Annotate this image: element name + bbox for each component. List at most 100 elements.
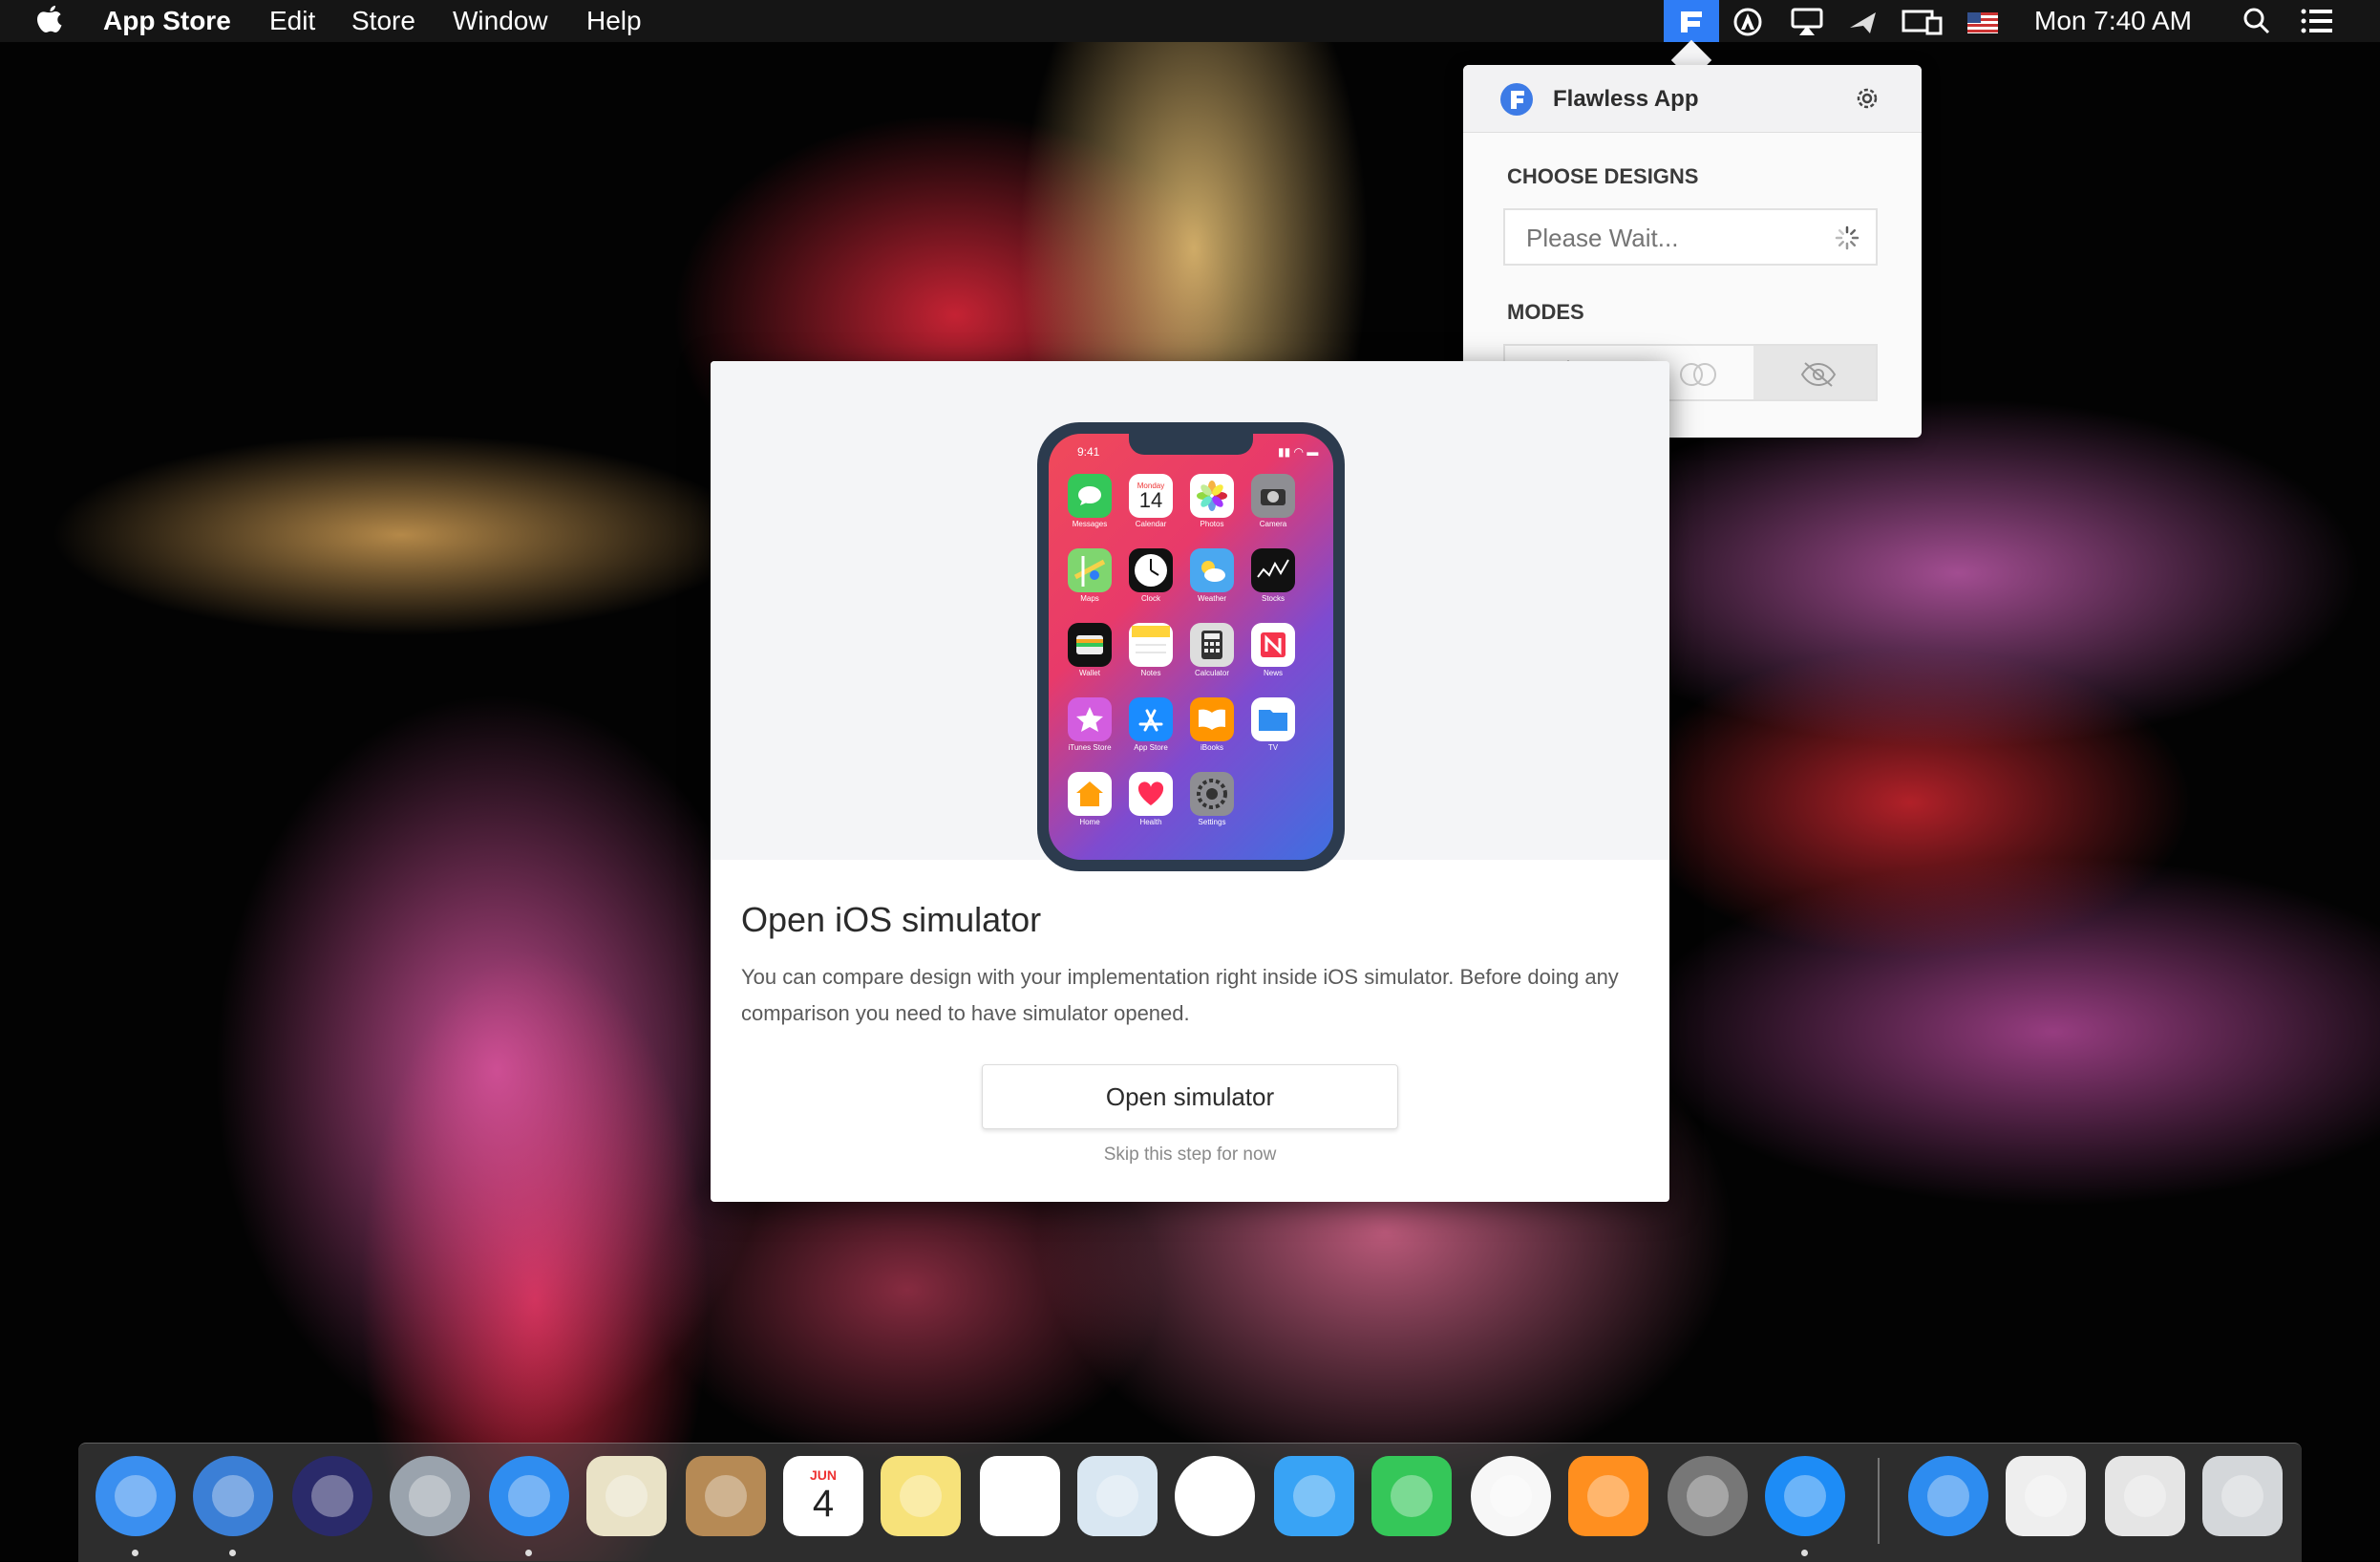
app-label: TV — [1267, 743, 1279, 752]
photos-app-icon — [1190, 474, 1234, 518]
health-app-icon — [1129, 772, 1173, 816]
spotlight-search-icon[interactable] — [2242, 7, 2271, 42]
siri-icon[interactable] — [292, 1456, 372, 1536]
loading-spinner-icon — [1835, 225, 1859, 255]
notes-icon[interactable] — [881, 1456, 961, 1536]
app-label: Camera — [1259, 520, 1287, 528]
facetime-icon[interactable] — [1371, 1456, 1452, 1536]
menu-bar: App Store Edit Store Window Help Mon 7:4… — [0, 0, 2380, 42]
iphone-screen: 9:41 ▮▮ ◠ ▬ Monday 14 Messages Calendar — [1049, 434, 1333, 860]
accessibility-status-icon[interactable] — [1732, 7, 1763, 44]
app-label: Photos — [1200, 520, 1224, 528]
calendar-app-icon: Monday 14 — [1129, 474, 1173, 518]
design-selector[interactable] — [1503, 208, 1878, 266]
design-selector-input[interactable] — [1524, 220, 1815, 256]
iphone-illustration: 9:41 ▮▮ ◠ ▬ Monday 14 Messages Calendar — [1037, 422, 1345, 871]
camera-app-icon — [1251, 474, 1295, 518]
settings-app-icon — [1190, 772, 1234, 816]
app-label: Stocks — [1261, 594, 1285, 603]
modes-label: MODES — [1507, 300, 1584, 324]
app-store-icon[interactable] — [1765, 1456, 1845, 1536]
onboarding-window: 9:41 ▮▮ ◠ ▬ Monday 14 Messages Calendar — [711, 361, 1669, 1202]
menu-edit[interactable]: Edit — [269, 4, 315, 38]
settings-gear-icon[interactable] — [1853, 84, 1881, 118]
clock-app-icon — [1129, 548, 1173, 592]
app-label: News — [1263, 669, 1283, 677]
calculator-app-icon — [1190, 623, 1234, 667]
eye-slash-icon — [1800, 362, 1837, 387]
contacts-icon[interactable] — [686, 1456, 766, 1536]
menu-window[interactable]: Window — [453, 4, 548, 38]
display-mirror-status-icon[interactable] — [1901, 7, 1944, 44]
app-label: Wallet — [1079, 669, 1100, 677]
choose-designs-label: CHOOSE DESIGNS — [1507, 164, 1699, 188]
files-app-icon — [1251, 697, 1295, 741]
flawless-logo-icon — [1499, 82, 1534, 121]
photos-icon[interactable] — [1175, 1456, 1255, 1536]
app-store-app-icon — [1129, 697, 1173, 741]
app-label: Clock — [1140, 594, 1160, 603]
calendar-icon[interactable]: JUN 4 — [783, 1456, 863, 1536]
us-flag-input-icon[interactable] — [1967, 10, 1998, 40]
app-label: Calendar — [1135, 520, 1167, 528]
menu-help[interactable]: Help — [586, 4, 642, 38]
notes-app-icon — [1129, 623, 1173, 667]
open-simulator-button[interactable]: Open simulator — [982, 1064, 1398, 1129]
dock-running-indicator — [1801, 1550, 1808, 1556]
hide-mode-button[interactable] — [1753, 346, 1876, 399]
home-app-icon — [1068, 772, 1112, 816]
menu-store[interactable]: Store — [351, 4, 415, 38]
app-label: Home — [1079, 818, 1100, 826]
app-label: Health — [1139, 818, 1162, 826]
messages-app-icon — [1068, 474, 1112, 518]
reminders-icon[interactable] — [980, 1456, 1060, 1536]
dock-running-indicator — [525, 1550, 532, 1556]
finder-icon[interactable] — [96, 1456, 176, 1536]
side-by-side-mode-icon — [1680, 363, 1716, 386]
dock-calendar-month: JUN — [809, 1467, 837, 1483]
app-installer-icon[interactable] — [2105, 1456, 2185, 1536]
airplay-status-icon[interactable] — [1790, 7, 1824, 44]
news-app-icon — [1251, 623, 1295, 667]
app-store-download-icon[interactable] — [1908, 1456, 1988, 1536]
iphone-status-indicators: ▮▮ ◠ ▬ — [1278, 445, 1319, 459]
app-label: Notes — [1140, 669, 1161, 677]
quicktime-file-icon[interactable] — [2006, 1456, 2086, 1536]
safari-icon[interactable] — [489, 1456, 569, 1536]
stocks-app-icon — [1251, 548, 1295, 592]
app-label: iTunes Store — [1068, 743, 1112, 752]
trash-icon[interactable] — [2202, 1456, 2283, 1536]
system-preferences-icon[interactable] — [1668, 1456, 1748, 1536]
preview-icon[interactable] — [1077, 1456, 1158, 1536]
skip-step-link[interactable]: Skip this step for now — [711, 1145, 1669, 1166]
launchpad-icon[interactable] — [390, 1456, 470, 1536]
window-description: You can compare design with your impleme… — [741, 965, 1619, 1025]
app-label: App Store — [1134, 743, 1168, 752]
app-label: Calculator — [1194, 669, 1229, 677]
iphone-status-time: 9:41 — [1077, 445, 1100, 459]
maps-compass-icon[interactable] — [193, 1456, 273, 1536]
ibooks-icon[interactable] — [1568, 1456, 1648, 1536]
notification-center-icon[interactable] — [2300, 7, 2334, 42]
sharing-status-icon[interactable] — [1847, 7, 1880, 44]
menu-app-name[interactable]: App Store — [103, 4, 231, 38]
wallet-app-icon — [1068, 623, 1112, 667]
popover-title: Flawless App — [1553, 86, 1699, 112]
messages-icon[interactable] — [1274, 1456, 1354, 1536]
iphone-notch — [1129, 434, 1253, 455]
app-label: Weather — [1197, 594, 1227, 603]
calendar-app-date: 14 — [1138, 487, 1163, 512]
ibooks-app-icon — [1190, 697, 1234, 741]
illustration-area: 9:41 ▮▮ ◠ ▬ Monday 14 Messages Calendar — [711, 361, 1669, 871]
app-label: Maps — [1080, 594, 1099, 603]
menu-clock[interactable]: Mon 7:40 AM — [2034, 4, 2192, 38]
itunes-icon[interactable] — [1471, 1456, 1551, 1536]
popover-header: Flawless App — [1463, 65, 1922, 133]
mail-icon[interactable] — [586, 1456, 667, 1536]
app-label: Messages — [1072, 520, 1108, 528]
dock-running-indicator — [132, 1550, 138, 1556]
flawless-status-item[interactable] — [1664, 0, 1719, 42]
apple-menu-icon[interactable] — [36, 4, 65, 43]
dock-separator — [1878, 1458, 1880, 1544]
dock-calendar-date: 4 — [812, 1483, 835, 1525]
